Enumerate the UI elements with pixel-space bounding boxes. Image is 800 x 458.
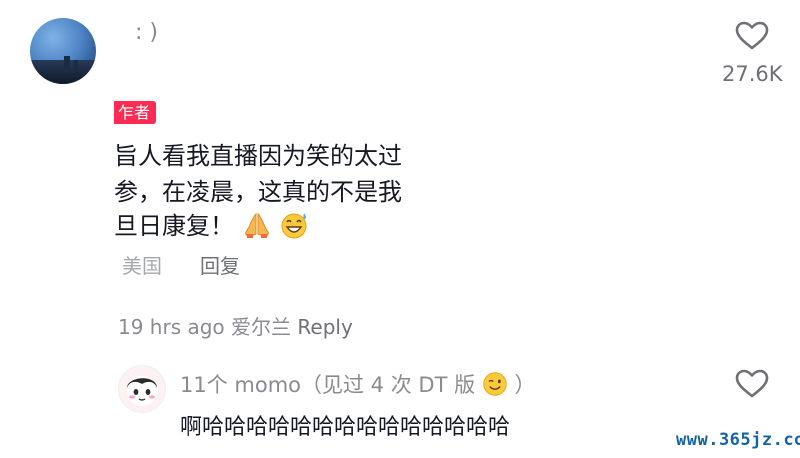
like-heart-icon[interactable] <box>735 369 769 399</box>
reply-location: 爱尔兰 <box>231 315 292 339</box>
cartoon-face-icon <box>127 376 157 406</box>
avatar[interactable] <box>30 18 96 84</box>
winking-face-emoji-icon <box>483 372 507 396</box>
reply-time: 19 hrs ago <box>118 315 225 339</box>
comment-username[interactable]: 11个 momo（见过 4 次 DT 版 ） <box>180 369 535 399</box>
author-badge: 乍者 <box>114 101 157 124</box>
reply-meta: 19 hrs ago 爱尔兰 Reply <box>118 311 353 340</box>
comment-username-text: 11个 momo（见过 4 次 DT 版 <box>180 373 476 397</box>
comment-text: 啊哈哈哈哈哈哈哈哈哈哈哈哈哈哈 <box>180 415 511 440</box>
watermark: www.365jz.com <box>676 430 800 450</box>
comment-text-line: 旦日康复！ <box>114 206 309 241</box>
comment-username-close: ） <box>514 373 536 397</box>
reply-button[interactable]: 回复 <box>200 250 240 279</box>
comment-username[interactable]: : ) <box>135 20 158 45</box>
comment-text-line-end: 旦日康复！ <box>114 212 234 240</box>
comment-location: 美国 <box>122 254 162 278</box>
grinning-sweat-emoji-icon <box>281 213 307 239</box>
comment-text-line: 参，在凌晨，这真的不是我 <box>114 178 402 206</box>
reply-link[interactable]: Reply <box>297 315 352 339</box>
folded-hands-emoji-icon <box>244 212 269 238</box>
comment-text-line: 旨人看我直播因为笑的太过 <box>114 142 402 170</box>
avatar[interactable] <box>118 365 166 413</box>
like-count: 27.6K <box>722 62 783 86</box>
like-heart-icon[interactable] <box>735 21 769 51</box>
